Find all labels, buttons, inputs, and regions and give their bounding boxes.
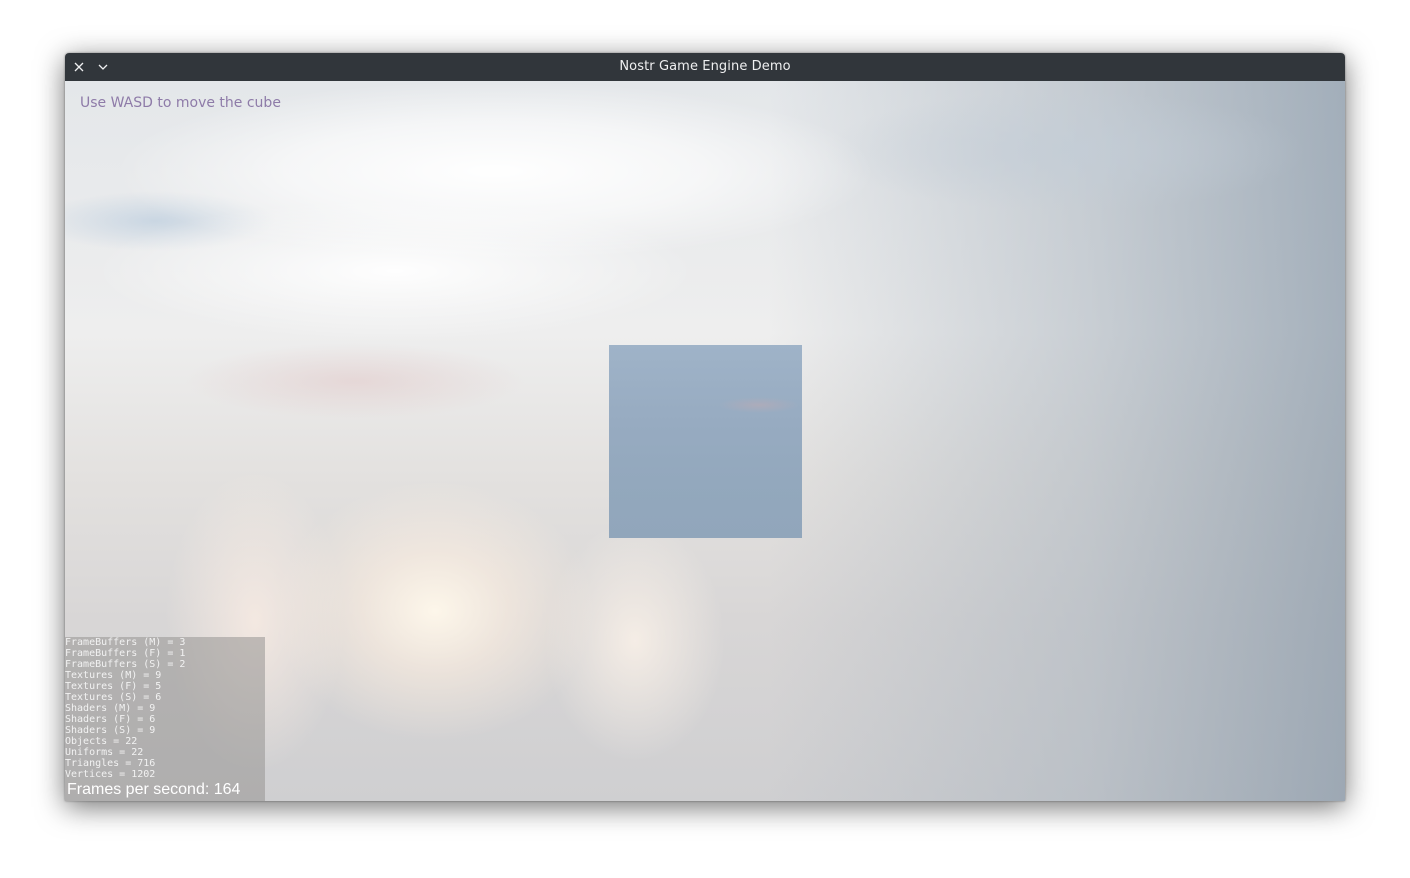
- window-title: Nostr Game Engine Demo: [619, 59, 791, 74]
- title-bar[interactable]: Nostr Game Engine Demo: [65, 53, 1345, 81]
- stats-lines: FrameBuffers (M) = 3 FrameBuffers (F) = …: [65, 637, 185, 780]
- stat-framebuffers-m: FrameBuffers (M) = 3: [65, 637, 186, 648]
- stat-textures-s: Textures (S) = 6: [65, 692, 162, 703]
- stat-framebuffers-f: FrameBuffers (F) = 1: [65, 648, 186, 659]
- cube: [609, 345, 802, 538]
- stat-textures-f: Textures (F) = 5: [65, 681, 162, 692]
- stat-framebuffers-s: FrameBuffers (S) = 2: [65, 659, 186, 670]
- stat-shaders-m: Shaders (M) = 9: [65, 703, 156, 714]
- stat-shaders-s: Shaders (S) = 9: [65, 725, 156, 736]
- game-viewport[interactable]: Use WASD to move the cube FrameBuffers (…: [65, 81, 1345, 801]
- stat-shaders-f: Shaders (F) = 6: [65, 714, 156, 725]
- controls-hint: Use WASD to move the cube: [80, 95, 281, 111]
- desktop: Nostr Game Engine Demo Use WASD to move …: [0, 0, 1410, 878]
- stat-objects: Objects = 22: [65, 736, 138, 747]
- stat-textures-m: Textures (M) = 9: [65, 670, 162, 681]
- stat-triangles: Triangles = 716: [65, 758, 156, 769]
- fps-counter: Frames per second: 164: [67, 781, 241, 798]
- stats-overlay: FrameBuffers (M) = 3 FrameBuffers (F) = …: [65, 637, 265, 801]
- stat-vertices: Vertices = 1202: [65, 769, 156, 780]
- app-window: Nostr Game Engine Demo Use WASD to move …: [65, 53, 1345, 801]
- stat-uniforms: Uniforms = 22: [65, 747, 144, 758]
